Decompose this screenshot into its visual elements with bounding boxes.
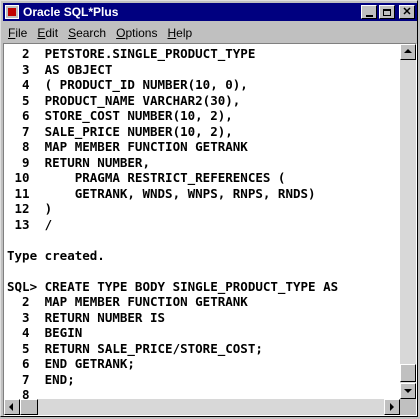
console-line: 3 AS OBJECT xyxy=(7,61,113,77)
menu-item-edit[interactable]: Edit xyxy=(32,26,63,40)
arrow-up-icon xyxy=(404,49,412,53)
menu-item-help[interactable]: Help xyxy=(162,26,197,40)
console-line: 11 GETRANK, WNDS, WNPS, RNPS, RNDS) xyxy=(7,185,316,201)
console-line: 4 BEGIN xyxy=(7,325,83,340)
menu-accelerator: S xyxy=(68,26,77,40)
console-line: 10 PRAGMA RESTRICT_REFERENCES ( xyxy=(7,170,286,185)
arrow-down-icon xyxy=(404,389,412,393)
menu-item-options[interactable]: Options xyxy=(111,26,162,40)
console-line: 8 MAP MEMBER FUNCTION GETRANK xyxy=(7,139,248,154)
console-line: 13 / xyxy=(7,216,53,232)
console-line: Type created. xyxy=(7,247,105,263)
window-title: Oracle SQL*Plus xyxy=(23,5,119,19)
console-line: 6 END GETRANK; xyxy=(7,356,135,371)
sqlplus-window: Oracle SQL*Plus ✕ File Edit Search Options H… xyxy=(0,0,418,417)
close-button[interactable]: ✕ xyxy=(399,5,415,19)
menu-item-file[interactable]: File xyxy=(3,26,32,40)
menu-label: ile xyxy=(15,26,28,40)
vertical-scroll-thumb[interactable] xyxy=(400,364,416,382)
console-line: 5 RETURN SALE_PRICE/STORE_COST; xyxy=(7,340,263,356)
console-area: 2 PETSTORE.SINGLE_PRODUCT_TYPE 3 AS OBJE… xyxy=(3,43,417,416)
console-line: 2 PETSTORE.SINGLE_PRODUCT_TYPE xyxy=(7,46,256,61)
scroll-right-button[interactable] xyxy=(384,399,400,415)
console-line: 8 xyxy=(7,387,30,399)
console-line: 3 RETURN NUMBER IS xyxy=(7,309,166,325)
title-bar[interactable]: Oracle SQL*Plus ✕ xyxy=(3,3,417,21)
scroll-up-button[interactable] xyxy=(400,44,416,60)
scroll-left-button[interactable] xyxy=(4,399,20,415)
console-line: 4 ( PRODUCT_ID NUMBER(10, 0), xyxy=(7,77,248,92)
horizontal-scrollbar[interactable] xyxy=(4,399,400,415)
console-line: SQL> CREATE TYPE BODY SINGLE_PRODUCT_TYP… xyxy=(7,278,339,294)
menu-label: ptions xyxy=(125,26,158,40)
scrollbar-corner xyxy=(400,399,416,415)
console-line: 6 STORE_COST NUMBER(10, 2), xyxy=(7,108,233,123)
console-line: 7 SALE_PRICE NUMBER(10, 2), xyxy=(7,123,233,139)
vertical-scrollbar[interactable] xyxy=(400,44,416,399)
close-icon: ✕ xyxy=(402,5,412,18)
console-line: 5 PRODUCT_NAME VARCHAR2(30), xyxy=(7,92,241,108)
menu-label: elp xyxy=(176,26,193,40)
arrow-left-icon xyxy=(9,403,13,411)
menu-label: dit xyxy=(45,26,59,40)
console-output[interactable]: 2 PETSTORE.SINGLE_PRODUCT_TYPE 3 AS OBJE… xyxy=(5,44,399,399)
scroll-down-button[interactable] xyxy=(400,383,416,399)
menu-bar: File Edit Search Options Help xyxy=(3,23,417,43)
horizontal-scroll-thumb[interactable] xyxy=(20,399,38,415)
minimize-icon xyxy=(365,14,373,17)
menu-accelerator: H xyxy=(167,26,177,40)
console-line: 7 END; xyxy=(7,371,75,387)
maximize-icon xyxy=(383,8,391,16)
minimize-button[interactable] xyxy=(361,5,377,19)
console-line: 2 MAP MEMBER FUNCTION GETRANK xyxy=(7,294,248,309)
console-line: 9 RETURN NUMBER, xyxy=(7,154,150,170)
menu-item-search[interactable]: Search xyxy=(63,26,111,40)
app-icon[interactable] xyxy=(5,5,19,19)
console-line: 12 ) xyxy=(7,201,53,216)
maximize-button[interactable] xyxy=(379,5,395,19)
arrow-right-icon xyxy=(390,403,394,411)
menu-label: earch xyxy=(76,26,107,40)
